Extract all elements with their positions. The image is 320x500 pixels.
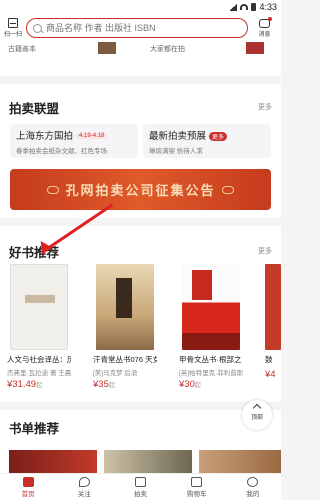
book-item[interactable]: 汗青堂丛书076 天女临 [美]马克梦 后浪 ¥35起 — [93, 264, 157, 390]
book-cover[interactable] — [10, 264, 68, 350]
wifi-icon — [240, 4, 249, 10]
auction-notice-banner[interactable]: 孔网拍卖公司征集公告 — [10, 169, 271, 210]
tab-cart[interactable]: 购物车 — [169, 474, 225, 500]
message-icon — [259, 16, 272, 28]
books-more-link[interactable]: 更多 — [258, 246, 272, 256]
auction-more-badge[interactable]: 更多 — [209, 131, 228, 141]
auction-card-shanghai[interactable]: 上海东方国拍 4.19-4.18 春季拍卖会纸杂文献、红色专场 — [10, 124, 138, 158]
message-label: 消息 — [258, 31, 271, 38]
search-input[interactable] — [46, 23, 226, 33]
search-icon — [33, 23, 42, 33]
arrow-up-icon — [252, 403, 262, 413]
book-cover[interactable] — [265, 264, 281, 350]
booklist-section-title: 书单推荐 — [9, 422, 60, 436]
scan-icon — [8, 18, 18, 28]
book-item[interactable]: 人文与社会译丛：历史 杰弗里·瓦拉迪 著 王晨风 ¥31.49起 — [7, 264, 71, 390]
book-title: 汗青堂丛书076 天女临 — [93, 355, 157, 364]
header: 扫一扫 消息 — [0, 14, 281, 42]
auction-icon — [135, 477, 146, 487]
auction-card-title: 最新拍卖预展 — [149, 131, 207, 142]
message-button[interactable]: 消息 — [248, 16, 281, 38]
book-author: [英]帕特里克·菲利普斯 — [179, 370, 243, 377]
book-cover[interactable] — [96, 264, 154, 350]
bottom-tab-bar: 首页 关注 拍卖 购物车 我的 — [0, 473, 281, 500]
booklist-card[interactable] — [9, 450, 97, 473]
tab-follow[interactable]: 关注 — [56, 474, 112, 500]
search-box[interactable] — [26, 18, 248, 38]
price-unit: 起 — [36, 383, 43, 389]
book-price: ¥31.49 — [7, 379, 37, 390]
booklist-section: 书单推荐 — [0, 410, 281, 473]
category-strip: 古籍善本 大家都在拍 — [0, 42, 281, 76]
book-item[interactable]: 甲骨文丛书·根部之 [英]帕特里克·菲利普斯 ¥30起 — [179, 264, 243, 390]
tab-label: 首页 — [21, 491, 35, 498]
auction-date-badge: 4.19-4.18 — [76, 133, 108, 140]
book-author: [美]马克梦 后浪 — [93, 370, 138, 377]
back-to-top-button[interactable]: 顶部 — [242, 400, 272, 430]
category-thumbnail — [246, 42, 264, 54]
price-unit: 起 — [108, 383, 115, 389]
auction-card-preview[interactable]: 最新拍卖预展 更多 琳琅满架 恰待人求 — [143, 124, 271, 158]
tab-auction[interactable]: 拍卖 — [112, 474, 168, 500]
tab-label: 关注 — [77, 491, 91, 498]
price-unit: 起 — [194, 383, 201, 389]
tab-label: 购物车 — [186, 491, 207, 498]
tab-label: 我的 — [246, 491, 260, 498]
user-icon — [247, 477, 259, 487]
signal-icon — [229, 3, 238, 11]
scan-button[interactable]: 扫一扫 — [0, 18, 26, 38]
category-thumbnail — [98, 42, 116, 54]
book-price: ¥30 — [179, 379, 195, 390]
booklist-card[interactable] — [104, 450, 192, 473]
cart-icon — [191, 477, 203, 487]
home-icon — [22, 477, 34, 487]
tab-mine[interactable]: 我的 — [225, 474, 281, 500]
battery-icon — [251, 3, 257, 11]
cloud-ornament-icon — [221, 185, 234, 194]
category-hot-auctions[interactable]: 大家都在拍 — [150, 44, 185, 54]
book-title: 鼓 — [265, 355, 273, 364]
auction-section-title: 拍卖联盟 — [9, 102, 60, 116]
cloud-ornament-icon — [47, 185, 60, 194]
book-price: ¥4 — [265, 369, 276, 380]
book-item[interactable]: 鼓 ¥4 — [265, 264, 281, 380]
auction-card-title: 上海东方国拍 — [16, 131, 74, 142]
scan-label: 扫一扫 — [3, 32, 22, 38]
book-title: 甲骨文丛书·根部之 — [179, 355, 242, 364]
tab-label: 拍卖 — [134, 491, 147, 498]
back-to-top-label: 顶部 — [250, 415, 263, 421]
book-author: 杰弗里·瓦拉迪 著 王晨风 — [7, 370, 71, 377]
tab-home[interactable]: 首页 — [0, 474, 56, 500]
book-cover[interactable] — [182, 264, 240, 350]
status-bar: 4:33 — [0, 0, 281, 14]
unread-dot — [268, 16, 272, 21]
auction-card-subtitle: 春季拍卖会纸杂文献、红色专场 — [16, 148, 107, 155]
booklist-card[interactable] — [199, 450, 281, 473]
auction-more-link[interactable]: 更多 — [258, 102, 272, 112]
status-time: 4:33 — [259, 2, 277, 12]
banner-text: 孔网拍卖公司征集公告 — [65, 183, 216, 198]
book-price: ¥35 — [93, 379, 109, 390]
auction-card-subtitle: 琳琅满架 恰待人求 — [149, 148, 203, 155]
book-title: 人文与社会译丛：历史 — [7, 355, 71, 364]
follow-icon — [78, 477, 90, 487]
category-ancient-books[interactable]: 古籍善本 — [8, 44, 36, 54]
